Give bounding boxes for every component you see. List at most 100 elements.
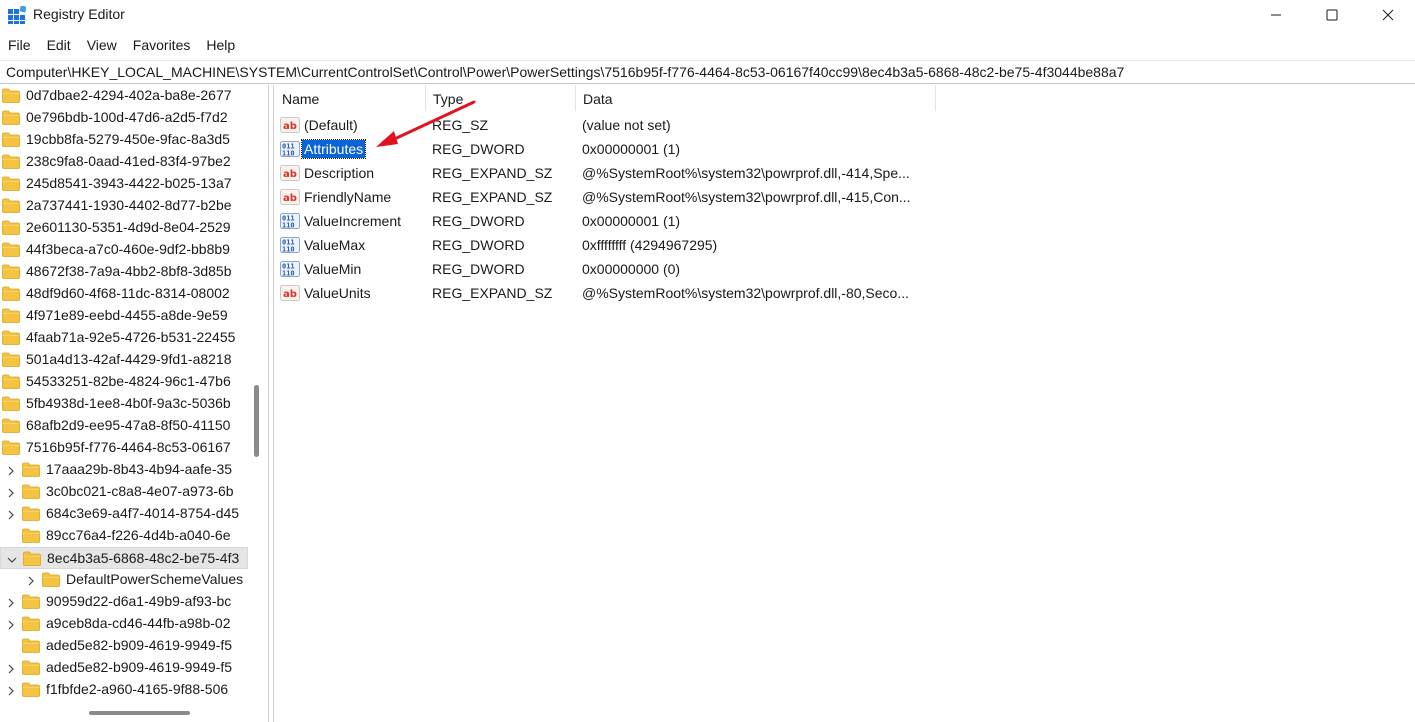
value-name[interactable]: ValueMin xyxy=(302,260,363,278)
tree-item[interactable]: 8ec4b3a5-6868-48c2-be75-4f3 xyxy=(0,547,248,569)
tree-item[interactable]: DefaultPowerSchemeValues xyxy=(0,569,248,591)
tree-item[interactable]: 5fb4938d-1ee8-4b0f-9a3c-5036b xyxy=(0,393,248,415)
tree-item[interactable]: 501a4d13-42af-4429-9fd1-a8218 xyxy=(0,349,248,371)
svg-text:ab: ab xyxy=(283,169,297,180)
tree-item[interactable]: f1fbfde2-a960-4165-9f88-506 xyxy=(0,679,248,701)
chevron-right-icon[interactable] xyxy=(26,574,36,586)
tree-item[interactable]: 68afb2d9-ee95-47a8-8f50-41150 xyxy=(0,415,248,437)
value-type: REG_EXPAND_SZ xyxy=(432,189,553,205)
tree-item[interactable]: 44f3beca-a7c0-460e-9df2-bb8b9 xyxy=(0,239,248,261)
svg-text:110: 110 xyxy=(282,150,295,158)
folder-icon xyxy=(2,198,20,213)
tree-item[interactable]: 245d8541-3943-4422-b025-13a7 xyxy=(0,173,248,195)
value-name[interactable]: ValueMax xyxy=(302,236,367,254)
close-button[interactable] xyxy=(1360,0,1415,30)
chevron-right-icon[interactable] xyxy=(6,508,16,520)
value-type: REG_DWORD xyxy=(432,237,525,253)
tree-item[interactable]: 684c3e69-a4f7-4014-8754-d45 xyxy=(0,503,248,525)
column-data-label: Data xyxy=(583,91,613,107)
tree-item[interactable]: 238c9fa8-0aad-41ed-83f4-97be2 xyxy=(0,151,248,173)
value-type: REG_EXPAND_SZ xyxy=(432,285,553,301)
tree-item[interactable]: 2a737441-1930-4402-8d77-b2be xyxy=(0,195,248,217)
tree-item[interactable]: 48df9d60-4f68-11dc-8314-08002 xyxy=(0,283,248,305)
tree-item-label: f1fbfde2-a960-4165-9f88-506 xyxy=(46,681,229,697)
registry-editor-icon xyxy=(8,6,26,24)
value-name[interactable]: ValueUnits xyxy=(302,284,373,302)
minimize-icon xyxy=(1271,14,1281,16)
value-name[interactable]: Description xyxy=(302,164,376,182)
tree-item[interactable]: 0e796bdb-100d-47d6-a2d5-f7d2 xyxy=(0,107,248,129)
tree-item[interactable]: 2e601130-5351-4d9d-8e04-2529 xyxy=(0,217,248,239)
list-item[interactable]: 011 110 ValueMax REG_DWORD 0xffffffff (42949… xyxy=(275,233,1415,257)
pane-splitter[interactable] xyxy=(268,85,274,722)
value-data: @%SystemRoot%\system32\powrprof.dll,-414… xyxy=(582,165,910,181)
value-name[interactable]: Attributes xyxy=(300,139,367,159)
svg-text:ab: ab xyxy=(283,193,297,204)
string-value-icon: ab xyxy=(280,189,300,205)
folder-icon xyxy=(2,264,20,279)
tree-item[interactable]: 89cc76a4-f226-4d4b-a040-6e xyxy=(0,525,248,547)
value-name[interactable]: (Default) xyxy=(302,116,360,134)
chevron-right-icon[interactable] xyxy=(6,596,16,608)
folder-icon xyxy=(22,484,40,499)
values-list[interactable]: Name Type Data ab (Default) REG_SZ (value n… xyxy=(275,85,1415,722)
address-path[interactable]: Computer\HKEY_LOCAL_MACHINE\SYSTEM\Curre… xyxy=(6,64,1124,80)
tree-item[interactable]: a9ceb8da-cd46-44fb-a98b-02 xyxy=(0,613,248,635)
chevron-right-icon[interactable] xyxy=(6,464,16,476)
tree-item[interactable]: 19cbb8fa-5279-450e-9fac-8a3d5 xyxy=(0,129,248,151)
menu-edit[interactable]: Edit xyxy=(39,34,79,58)
value-name[interactable]: FriendlyName xyxy=(302,188,393,206)
tree-item[interactable]: 4faab71a-92e5-4726-b531-22455 xyxy=(0,327,248,349)
tree-item[interactable]: 7516b95f-f776-4464-8c53-06167 xyxy=(0,437,248,459)
tree-item[interactable]: 48672f38-7a9a-4bb2-8bf8-3d85b xyxy=(0,261,248,283)
minimize-button[interactable] xyxy=(1248,0,1304,30)
tree-item-label: 4faab71a-92e5-4726-b531-22455 xyxy=(26,329,236,345)
svg-text:ab: ab xyxy=(283,121,297,132)
maximize-icon xyxy=(1326,9,1338,21)
string-value-icon: ab xyxy=(280,165,300,181)
column-divider[interactable] xyxy=(935,85,936,111)
folder-icon xyxy=(22,506,40,521)
list-item[interactable]: 011 110 ValueIncrement REG_DWORD 0x00000001 … xyxy=(275,209,1415,233)
tree-item[interactable]: 90959d22-d6a1-49b9-af93-bc xyxy=(0,591,248,613)
key-tree[interactable]: f1fbfde2-a960-4165-9f88-506 aded5e82-b909… xyxy=(0,85,266,722)
tree-item[interactable]: 17aaa29b-8b43-4b94-aafe-35 xyxy=(0,459,248,481)
list-item[interactable]: ab Description REG_EXPAND_SZ @%SystemRoot%\… xyxy=(275,161,1415,185)
list-item[interactable]: 011 110 ValueMin REG_DWORD 0x00000000 (0) xyxy=(275,257,1415,281)
folder-icon xyxy=(2,286,20,301)
folder-icon xyxy=(2,110,20,125)
tree-item[interactable]: 3c0bc021-c8a8-4e07-a973-6b xyxy=(0,481,248,503)
menu-view[interactable]: View xyxy=(79,34,125,58)
tree-item-label: 684c3e69-a4f7-4014-8754-d45 xyxy=(46,505,240,521)
tree-horizontal-scrollbar[interactable] xyxy=(89,711,190,715)
tree-item-label: 48df9d60-4f68-11dc-8314-08002 xyxy=(26,285,230,301)
chevron-right-icon[interactable] xyxy=(6,684,16,696)
chevron-right-icon[interactable] xyxy=(6,618,16,630)
folder-icon xyxy=(22,528,40,543)
list-item[interactable]: ab ValueUnits REG_EXPAND_SZ @%SystemRoot%\s… xyxy=(275,281,1415,305)
folder-icon xyxy=(22,594,40,609)
binary-value-icon: 011 110 xyxy=(280,213,300,230)
chevron-right-icon[interactable] xyxy=(6,662,16,674)
chevron-down-icon[interactable] xyxy=(7,553,17,565)
maximize-button[interactable] xyxy=(1304,0,1360,30)
column-header-data[interactable]: Data xyxy=(576,85,936,111)
value-name[interactable]: ValueIncrement xyxy=(302,212,403,230)
folder-icon xyxy=(23,551,41,566)
address-bar[interactable]: Computer\HKEY_LOCAL_MACHINE\SYSTEM\Curre… xyxy=(0,60,1415,84)
tree-vertical-scrollbar[interactable] xyxy=(254,385,259,457)
close-icon xyxy=(1382,9,1394,21)
chevron-right-icon[interactable] xyxy=(6,486,16,498)
menu-help[interactable]: Help xyxy=(198,34,243,58)
tree-item[interactable]: 0d7dbae2-4294-402a-ba8e-2677 xyxy=(0,85,248,107)
list-item[interactable]: ab FriendlyName REG_EXPAND_SZ @%SystemRoot%… xyxy=(275,185,1415,209)
tree-item[interactable]: 54533251-82be-4824-96c1-47b6 xyxy=(0,371,248,393)
tree-item[interactable]: aded5e82-b909-4619-9949-f5 xyxy=(0,657,248,679)
tree-item-label: 238c9fa8-0aad-41ed-83f4-97be2 xyxy=(26,153,231,169)
folder-icon xyxy=(2,418,20,433)
tree-item[interactable]: aded5e82-b909-4619-9949-f5 xyxy=(0,635,248,657)
column-name-label: Name xyxy=(282,91,320,107)
menu-file[interactable]: File xyxy=(0,34,39,58)
menu-favorites[interactable]: Favorites xyxy=(125,34,199,58)
tree-item[interactable]: 4f971e89-eebd-4455-a8de-9e59 xyxy=(0,305,248,327)
